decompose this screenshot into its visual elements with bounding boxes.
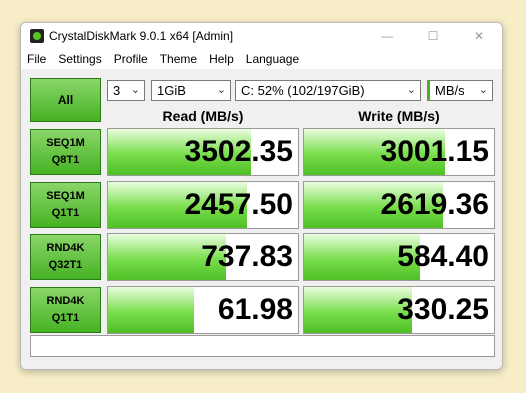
test-size-value: 1GiB [157, 83, 186, 98]
app-window: CrystalDiskMark 9.0.1 x64 [Admin] — ☐ ✕ … [20, 22, 503, 370]
run-all-button[interactable]: All [30, 78, 101, 122]
unit-value: MB/s [435, 83, 465, 98]
menu-profile[interactable]: Profile [108, 49, 154, 69]
test-label-line2: Q1T1 [51, 312, 80, 324]
test-label-line2: Q8T1 [51, 154, 80, 166]
read-result-cell: 3502.35 [107, 128, 299, 176]
test-count-value: 3 [113, 83, 121, 98]
test-label-line1: RND4K [46, 242, 85, 254]
test-label-line1: RND4K [46, 295, 85, 307]
drive-select[interactable]: C: 52% (102/197GiB) ⌄ [235, 80, 421, 101]
chevron-down-icon: ⌄ [478, 84, 488, 96]
write-result-cell: 584.40 [303, 233, 495, 281]
drive-value: C: 52% (102/197GiB) [241, 83, 365, 98]
read-result-value: 3502.35 [184, 135, 293, 168]
menu-file[interactable]: File [21, 49, 52, 69]
write-result-cell: 2619.36 [303, 181, 495, 229]
write-progress-bar [304, 287, 413, 333]
read-result-cell: 61.98 [107, 286, 299, 334]
chevron-down-icon: ⌄ [406, 84, 416, 96]
menu-bar: File Settings Profile Theme Help Languag… [21, 49, 502, 69]
test-button-seq1m-q1t1[interactable]: SEQ1M Q1T1 [30, 182, 101, 228]
read-result-value: 2457.50 [184, 188, 293, 221]
write-result-value: 2619.36 [380, 188, 489, 221]
test-size-select[interactable]: 1GiB ⌄ [151, 80, 231, 101]
test-button-rnd4k-q1t1[interactable]: RND4K Q1T1 [30, 287, 101, 333]
main-panel: All 3 ⌄ 1GiB ⌄ C: 52% (102/197GiB) ⌄ MB/… [21, 69, 502, 369]
menu-settings[interactable]: Settings [52, 49, 107, 69]
menu-theme[interactable]: Theme [154, 49, 203, 69]
test-label-line1: SEQ1M [46, 190, 85, 202]
read-result-cell: 737.83 [107, 233, 299, 281]
menu-language[interactable]: Language [240, 49, 305, 69]
test-label-line1: SEQ1M [46, 137, 85, 149]
read-progress-bar [108, 287, 194, 333]
read-header: Read (MB/s) [162, 108, 244, 124]
title-bar[interactable]: CrystalDiskMark 9.0.1 x64 [Admin] — ☐ ✕ [21, 23, 502, 49]
menu-help[interactable]: Help [203, 49, 240, 69]
minimize-button[interactable]: — [364, 23, 410, 49]
chevron-down-icon: ⌄ [130, 84, 140, 96]
write-result-value: 3001.15 [380, 135, 489, 168]
write-result-cell: 330.25 [303, 286, 495, 334]
maximize-button[interactable]: ☐ [410, 23, 456, 49]
unit-select[interactable]: MB/s ⌄ [427, 80, 493, 101]
write-result-cell: 3001.15 [303, 128, 495, 176]
test-label-line2: Q32T1 [48, 259, 83, 271]
write-header: Write (MB/s) [358, 108, 440, 124]
crystaldiskmark-icon [30, 29, 44, 43]
write-result-value: 584.40 [397, 240, 489, 273]
read-result-value: 737.83 [201, 240, 293, 273]
comment-field[interactable] [30, 335, 495, 357]
read-result-cell: 2457.50 [107, 181, 299, 229]
chevron-down-icon: ⌄ [216, 84, 226, 96]
close-button[interactable]: ✕ [456, 23, 502, 49]
test-count-select[interactable]: 3 ⌄ [107, 80, 145, 101]
test-button-seq1m-q8t1[interactable]: SEQ1M Q8T1 [30, 129, 101, 175]
write-result-value: 330.25 [397, 293, 489, 326]
test-label-line2: Q1T1 [51, 207, 80, 219]
read-result-value: 61.98 [217, 293, 293, 326]
window-title: CrystalDiskMark 9.0.1 x64 [Admin] [49, 29, 234, 43]
test-button-rnd4k-q32t1[interactable]: RND4K Q32T1 [30, 234, 101, 280]
